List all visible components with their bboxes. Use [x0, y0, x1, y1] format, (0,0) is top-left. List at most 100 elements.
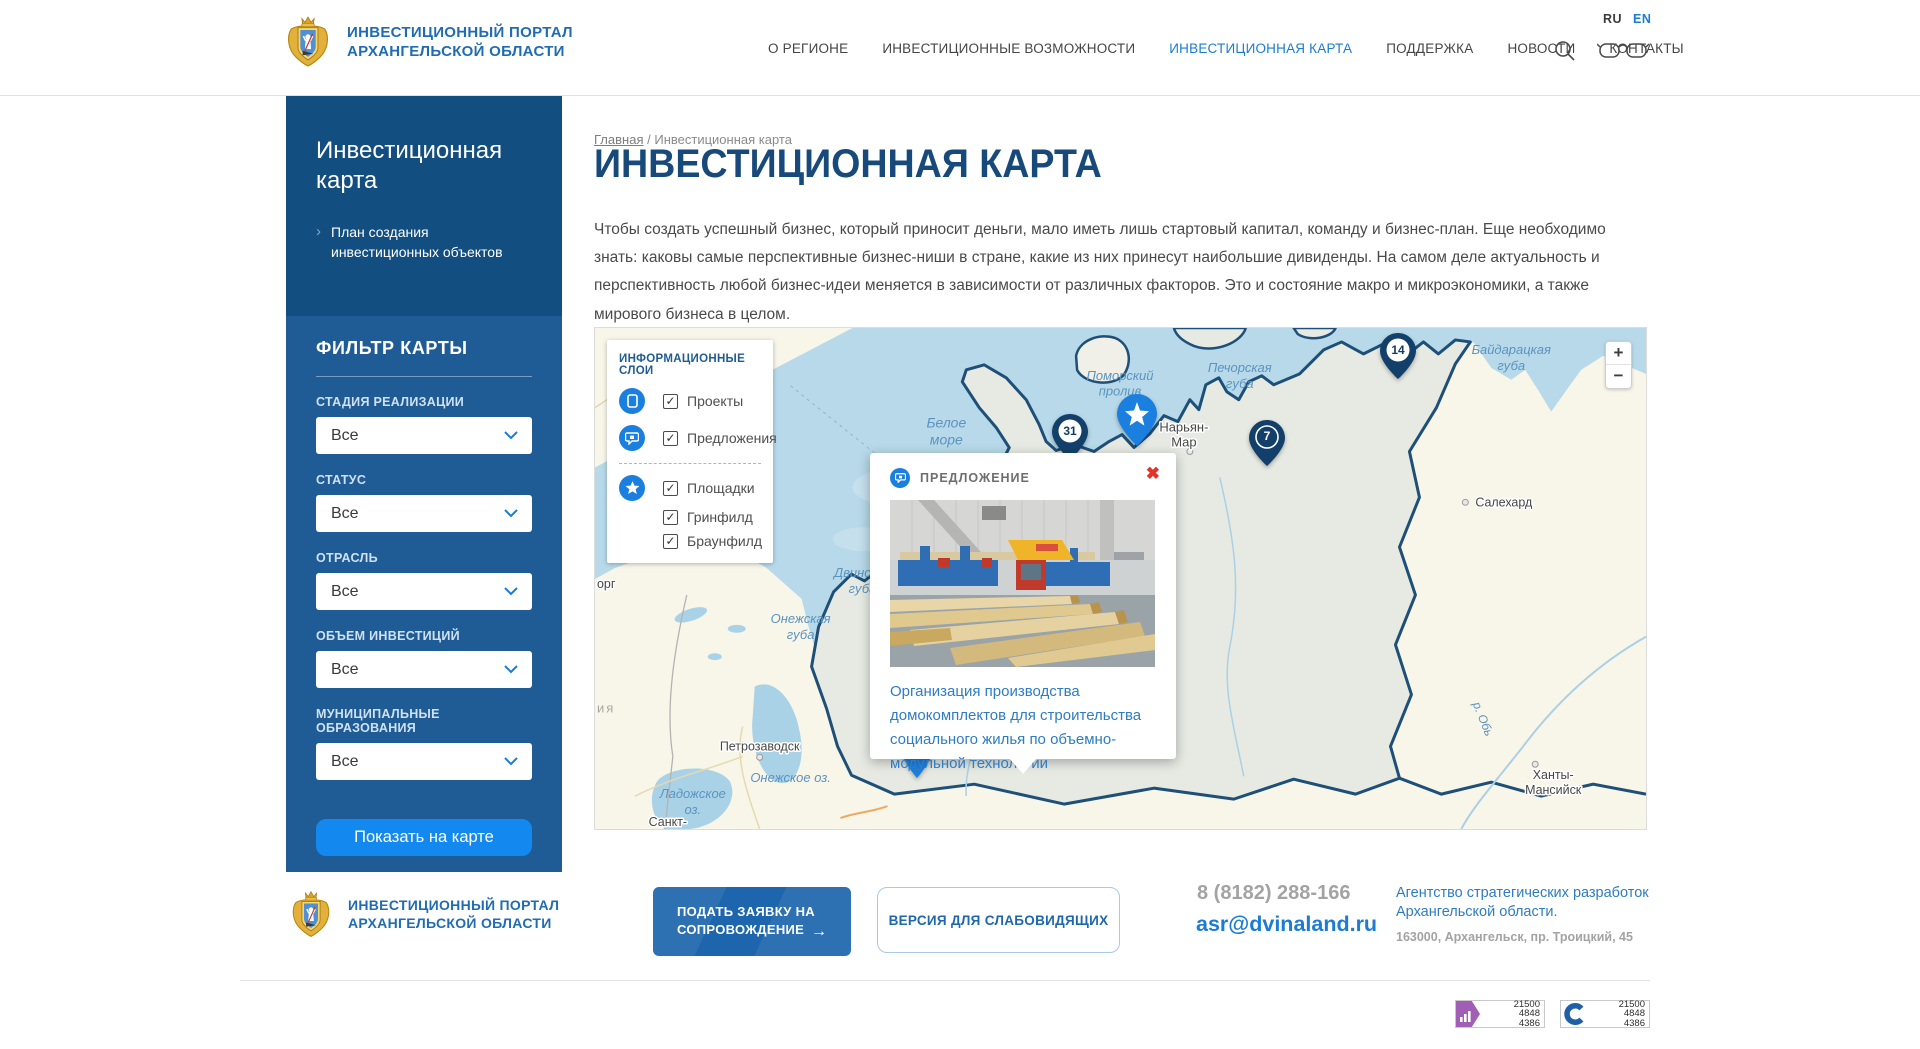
legend-label-projects: Проекты: [687, 393, 743, 409]
investment-map[interactable]: Белое море Поморский пролив Печорская гу…: [594, 327, 1647, 830]
apply-support-button[interactable]: ПОДАТЬ ЗАЯВКУ НА СОПРОВОЖДЕНИЕ →: [653, 887, 851, 956]
legend-row-projects: ✓ Проекты: [619, 388, 761, 414]
accessibility-version-button[interactable]: ВЕРСИЯ ДЛЯ СЛАБОВИДЯЩИХ: [877, 887, 1120, 953]
projects-icon: [619, 388, 645, 414]
map-site-marker-selected[interactable]: [1117, 394, 1157, 446]
sidebar-header: Инвестиционная карта › План создания инв…: [286, 96, 562, 316]
nav-about-region[interactable]: О РЕГИОНЕ: [768, 41, 848, 56]
zoom-out-button[interactable]: −: [1606, 365, 1631, 388]
legend-title: ИНФОРМАЦИОННЫЕ СЛОИ: [619, 353, 761, 377]
coat-of-arms-icon: [290, 890, 332, 938]
sidebar-item-plan[interactable]: › План создания инвестиционных объектов: [316, 222, 532, 262]
label-pomorsky-strait: Поморский: [1087, 368, 1154, 383]
footer-logo-line1: ИНВЕСТИЦИОННЫЙ ПОРТАЛ: [348, 896, 559, 914]
coat-of-arms-icon: [285, 15, 331, 68]
label-khanty: Ханты-: [1533, 768, 1574, 782]
counter-value: 4386: [1619, 1019, 1645, 1029]
filter-title: ФИЛЬТР КАРТЫ: [316, 338, 532, 359]
status-select-value: Все: [331, 505, 504, 523]
footer-phone: 8 (8182) 288-166: [1197, 882, 1350, 905]
header: ИНВЕСТИЦИОННЫЙ ПОРТАЛ АРХАНГЕЛЬСКОЙ ОБЛА…: [0, 0, 1920, 96]
chevron-down-icon: [504, 757, 518, 766]
nav-support[interactable]: ПОДДЕРЖКА: [1386, 41, 1473, 56]
city-dot-khanty: [1532, 761, 1538, 767]
nav-invest-opportunities[interactable]: ИНВЕСТИЦИОННЫЕ ВОЗМОЖНОСТИ: [882, 41, 1135, 56]
nav-invest-map[interactable]: ИНВЕСТИЦИОННАЯ КАРТА: [1169, 41, 1352, 56]
stage-select-value: Все: [331, 427, 504, 445]
city-dot-petrozavodsk: [757, 754, 763, 760]
label-white-sea-2: море: [930, 432, 963, 448]
label-baydaratskaya-bay-2: губа: [1497, 358, 1525, 373]
zoom-in-button[interactable]: +: [1606, 342, 1631, 365]
label-pechora-bay: Печорская: [1208, 360, 1272, 375]
offer-photo: [890, 500, 1155, 667]
arrow-right-icon: →: [811, 923, 827, 941]
sidebar-title: Инвестиционная карта: [316, 136, 532, 196]
volume-select-value: Все: [331, 661, 504, 679]
filter-label-status: СТАТУС: [316, 473, 532, 487]
volume-select[interactable]: Все: [316, 651, 532, 688]
label-white-sea: Белое: [926, 415, 966, 431]
legend-row-greenfield: ✓ Гринфилд: [663, 509, 761, 525]
map-offer-popup: ПРЕДЛОЖЕНИЕ ✖: [870, 453, 1176, 759]
search-icon[interactable]: [1553, 39, 1577, 63]
visit-counter-1[interactable]: 21500 4848 4386: [1455, 1000, 1545, 1028]
map-cluster-marker-14[interactable]: 14: [1380, 333, 1416, 379]
footer-logo[interactable]: ИНВЕСТИЦИОННЫЙ ПОРТАЛ АРХАНГЕЛЬСКОЙ ОБЛА…: [290, 890, 559, 938]
map-zoom-control: + −: [1605, 341, 1632, 389]
chevron-down-icon: [504, 509, 518, 518]
municipality-select[interactable]: Все: [316, 743, 532, 780]
label-salekhard: Салехард: [1475, 495, 1533, 509]
site-logo[interactable]: ИНВЕСТИЦИОННЫЙ ПОРТАЛ АРХАНГЕЛЬСКОЙ ОБЛА…: [285, 15, 573, 68]
chevron-down-icon: [504, 431, 518, 440]
counter-value: 4386: [1514, 1019, 1540, 1029]
label-naryan-mar: Нарьян-: [1159, 420, 1208, 435]
glasses-accessibility-icon[interactable]: [1597, 40, 1649, 62]
chevron-down-icon: [504, 587, 518, 596]
popup-tail: [1009, 758, 1037, 774]
chevron-down-icon: [504, 665, 518, 674]
checkbox-greenfield[interactable]: ✓: [663, 510, 678, 525]
legend-row-offers: ✓ Предложения: [619, 425, 761, 451]
page-title: ИНВЕСТИЦИОННАЯ КАРТА: [594, 142, 1102, 186]
legend-label-greenfield: Гринфилд: [687, 509, 753, 525]
checkbox-offers[interactable]: ✓: [663, 431, 678, 446]
checkbox-sites[interactable]: ✓: [663, 481, 678, 496]
checkbox-projects[interactable]: ✓: [663, 394, 678, 409]
filter-label-volume: ОБЪЕМ ИНВЕСТИЦИЙ: [316, 629, 532, 643]
legend-label-sites: Площадки: [687, 480, 755, 496]
footer-address: 163000, Архангельск, пр. Троицкий, 45: [1396, 930, 1633, 944]
checkbox-brownfield[interactable]: ✓: [663, 534, 678, 549]
footer-logo-line2: АРХАНГЕЛЬСКОЙ ОБЛАСТИ: [348, 914, 559, 932]
status-select[interactable]: Все: [316, 495, 532, 532]
label-lake-ladoga: Ладожское: [659, 786, 726, 801]
industry-select[interactable]: Все: [316, 573, 532, 610]
main-nav: О РЕГИОНЕ ИНВЕСТИЦИОННЫЕ ВОЗМОЖНОСТИ ИНВ…: [768, 0, 1684, 96]
city-dot-salekhard: [1462, 499, 1468, 505]
cluster-count: 14: [1380, 343, 1416, 357]
logo-line2: АРХАНГЕЛЬСКОЙ ОБЛАСТИ: [347, 42, 573, 61]
label-naryan-mar-2: Мар: [1171, 435, 1196, 450]
close-icon[interactable]: ✖: [1146, 464, 1160, 484]
label-onega-bay: Онежская: [771, 611, 831, 626]
label-ob-river: р. Обь: [1469, 699, 1496, 738]
site-logo-text: ИНВЕСТИЦИОННЫЙ ПОРТАЛ АРХАНГЕЛЬСКОЙ ОБЛА…: [347, 23, 573, 61]
stage-select[interactable]: Все: [316, 417, 532, 454]
industry-select-value: Все: [331, 583, 504, 601]
footer: ИНВЕСТИЦИОННЫЙ ПОРТАЛ АРХАНГЕЛЬСКОЙ ОБЛА…: [0, 872, 1920, 1049]
intro-paragraph: Чтобы создать успешный бизнес, который п…: [594, 216, 1647, 329]
legend-row-brownfield: ✓ Браунфилд: [663, 533, 761, 549]
map-layers-legend: ИНФОРМАЦИОННЫЕ СЛОИ ✓ Проекты ✓ Предложе…: [607, 340, 773, 563]
chevron-right-icon: ›: [316, 222, 321, 262]
lang-en[interactable]: EN: [1633, 12, 1651, 26]
map-cluster-marker-7[interactable]: 7: [1249, 420, 1285, 466]
lang-ru[interactable]: RU: [1603, 12, 1622, 26]
show-on-map-button[interactable]: Показать на карте: [316, 819, 532, 856]
filter-label-municipality: МУНИЦИПАЛЬНЫЕ ОБРАЗОВАНИЯ: [316, 707, 532, 735]
visit-counter-2[interactable]: 21500 4848 4386: [1560, 1000, 1650, 1028]
bar-chart-icon: [1456, 1001, 1480, 1027]
footer-email[interactable]: asr@dvinaland.ru: [1196, 912, 1377, 937]
label-petrozavodsk: Петрозаводск: [720, 739, 800, 753]
popup-type-label: ПРЕДЛОЖЕНИЕ: [920, 471, 1030, 485]
label-sankt: Санкт-: [649, 815, 687, 829]
